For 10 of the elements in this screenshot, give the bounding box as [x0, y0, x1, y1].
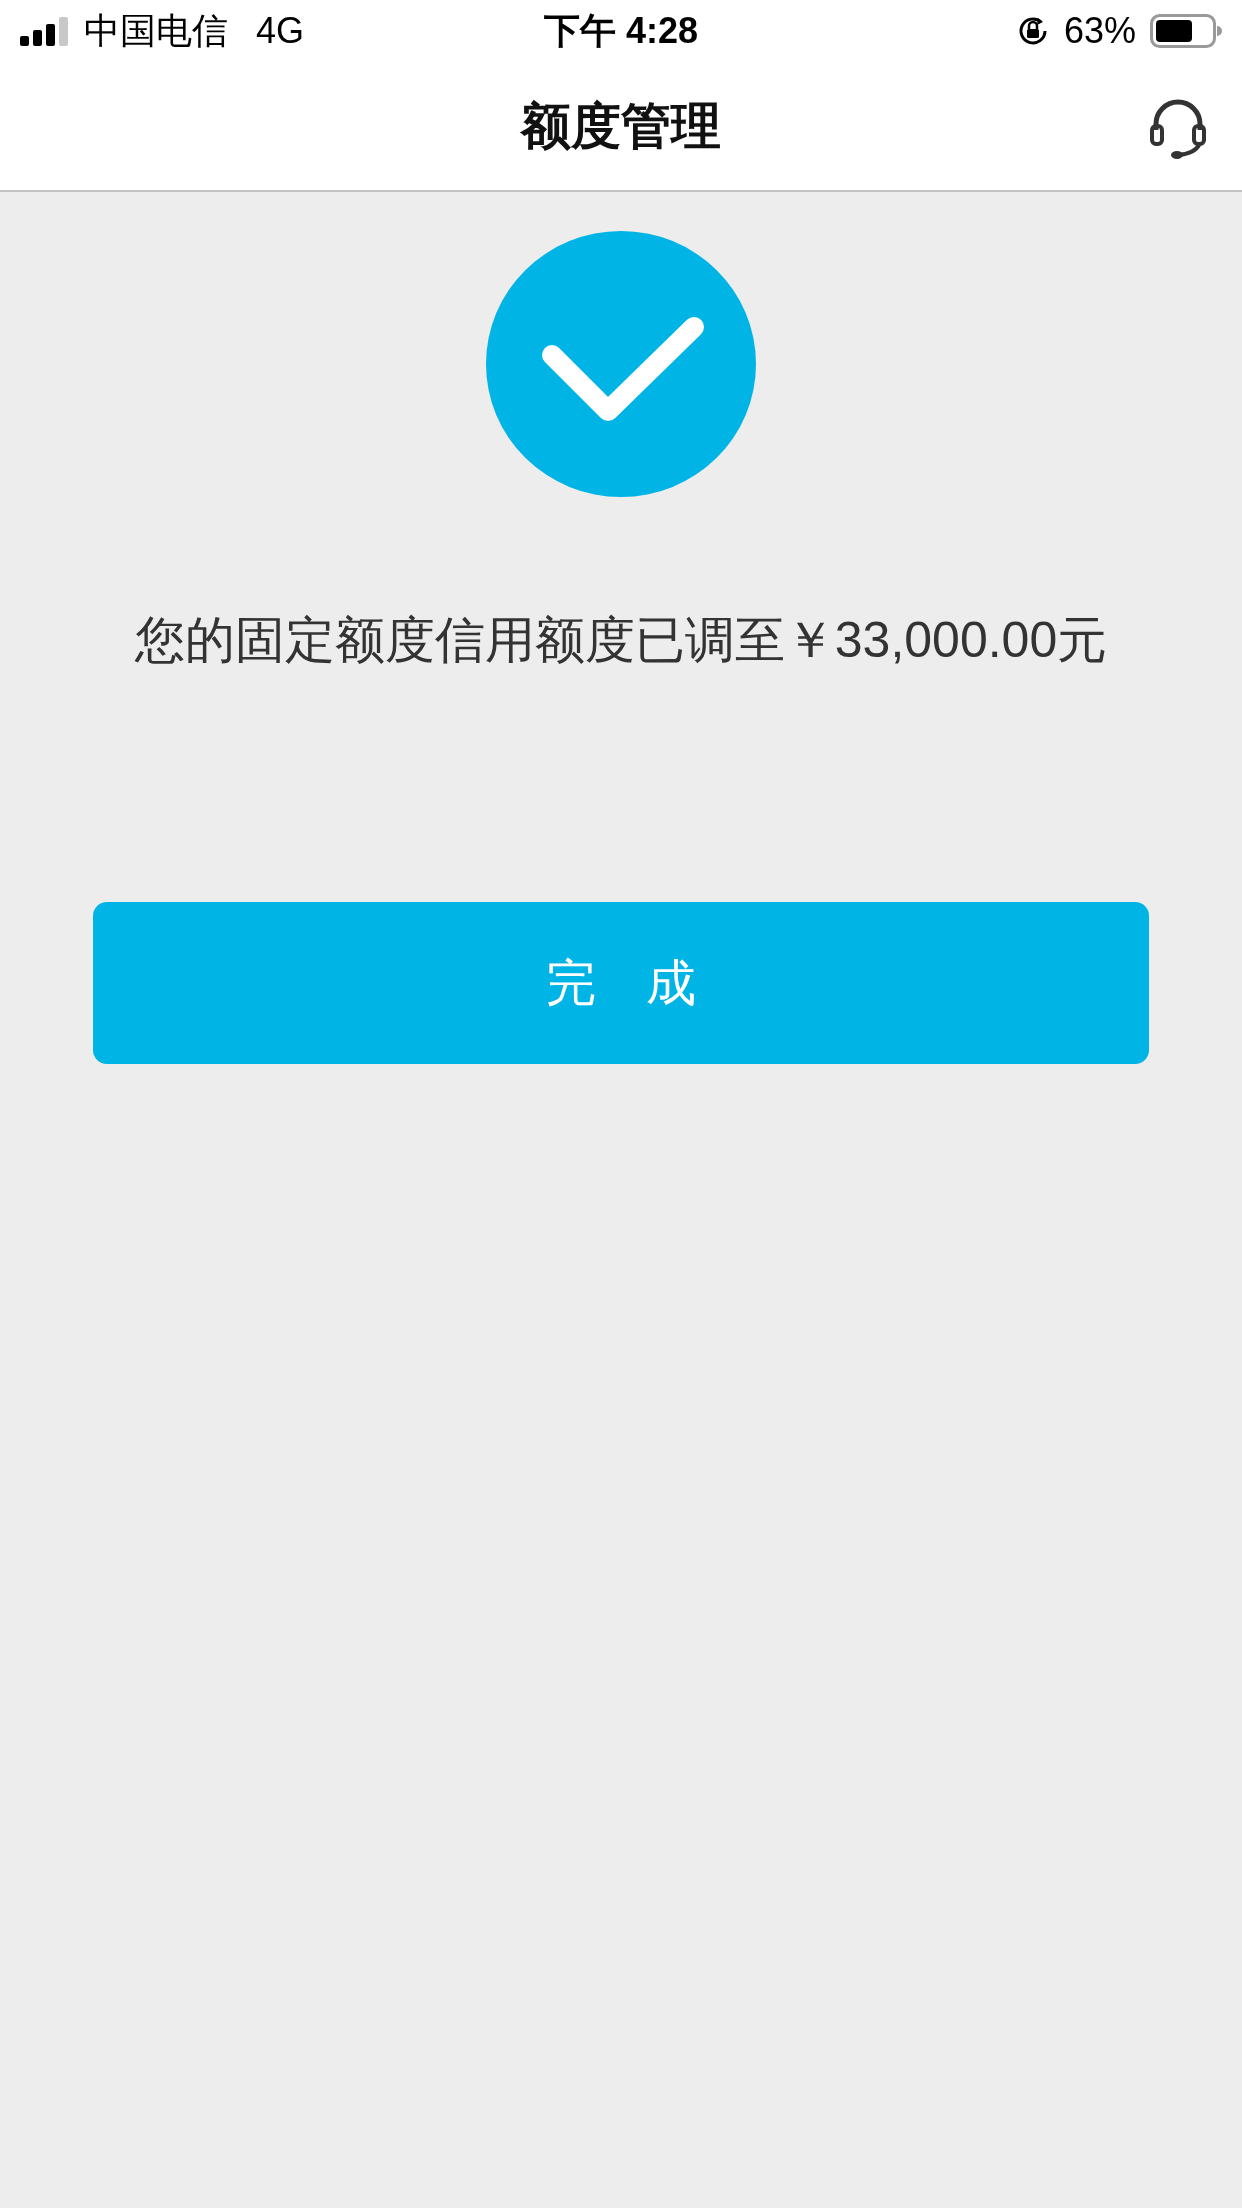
network-type: 4G — [256, 10, 305, 52]
success-check-icon — [486, 231, 756, 497]
result-message: 您的固定额度信用额度已调至￥33,000.00元 — [134, 611, 1108, 670]
battery-icon — [1150, 14, 1222, 48]
page-title: 额度管理 — [521, 96, 721, 156]
carrier-name: 中国电信 — [84, 8, 228, 53]
signal-icon — [20, 16, 70, 46]
status-time: 下午 4:28 — [543, 8, 699, 53]
done-button[interactable]: 完 成 — [93, 902, 1149, 1064]
battery-percent: 63% — [1063, 10, 1136, 52]
